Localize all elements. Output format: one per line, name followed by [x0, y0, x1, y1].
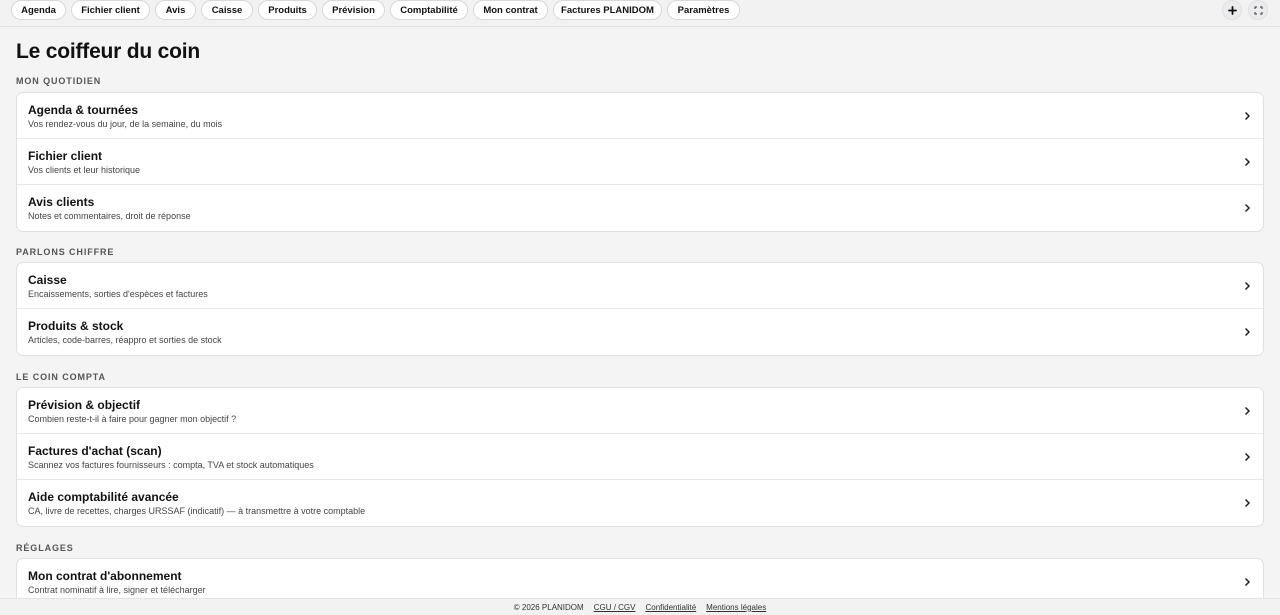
chevron-right-icon — [1244, 452, 1251, 462]
item-subtitle: CA, livre de recettes, charges URSSAF (i… — [28, 506, 366, 516]
tab-prevision[interactable]: Prévision — [322, 0, 385, 20]
item-title: Prévision & objectif — [28, 398, 141, 412]
top-nav-bar: Agenda Fichier client Avis Caisse Produi… — [0, 0, 1280, 27]
section-label-parlons-chiffre: PARLONS CHIFFRE — [16, 247, 115, 257]
item-title: Fichier client — [28, 149, 103, 163]
footer-link-mentions-legales[interactable]: Mentions légales — [706, 603, 766, 612]
item-title: Avis clients — [28, 195, 95, 209]
list-item-avis-clients[interactable]: Avis clients Notes et commentaires, droi… — [17, 185, 1263, 231]
list-item-agenda[interactable]: Agenda & tournées Vos rendez-vous du jou… — [17, 93, 1263, 139]
item-subtitle: Vos rendez-vous du jour, de la semaine, … — [28, 119, 223, 129]
item-subtitle: Articles, code-barres, réappro et sortie… — [28, 335, 222, 345]
list-item-aide-comptabilite[interactable]: Aide comptabilité avancée CA, livre de r… — [17, 480, 1263, 526]
list-item-factures-achat[interactable]: Factures d'achat (scan) Scannez vos fact… — [17, 434, 1263, 480]
chevron-right-icon — [1244, 157, 1251, 167]
item-subtitle: Encaissements, sorties d'espèces et fact… — [28, 289, 208, 299]
footer-link-cgu[interactable]: CGU / CGV — [594, 603, 636, 612]
tab-avis[interactable]: Avis — [155, 0, 196, 20]
item-subtitle: Notes et commentaires, droit de réponse — [28, 211, 191, 221]
chevron-right-icon — [1244, 498, 1251, 508]
item-title: Produits & stock — [28, 319, 124, 333]
item-title: Factures d'achat (scan) — [28, 444, 162, 458]
item-title: Agenda & tournées — [28, 103, 139, 117]
section-label-le-coin-compta: LE COIN COMPTA — [16, 372, 106, 382]
tab-caisse[interactable]: Caisse — [201, 0, 253, 20]
chevron-right-icon — [1244, 327, 1251, 337]
copyright-text: © 2026 PLANIDOM — [513, 602, 584, 612]
chevron-right-icon — [1244, 203, 1251, 213]
item-subtitle: Contrat nominatif à lire, signer et télé… — [28, 585, 206, 595]
plus-icon — [1227, 5, 1237, 15]
tab-comptabilite[interactable]: Comptabilité — [390, 0, 468, 20]
tab-parametres[interactable]: Paramètres — [667, 0, 740, 20]
tab-produits[interactable]: Produits — [258, 0, 317, 20]
list-item-produits-stock[interactable]: Produits & stock Articles, code-barres, … — [17, 309, 1263, 355]
nav-tabs: Agenda Fichier client Avis Caisse Produi… — [11, 0, 740, 20]
tab-mon-contrat[interactable]: Mon contrat — [473, 0, 548, 20]
item-subtitle: Scannez vos factures fournisseurs : comp… — [28, 460, 314, 470]
item-title: Mon contrat d'abonnement — [28, 569, 182, 583]
list-item-prevision-objectif[interactable]: Prévision & objectif Combien reste-t-il … — [17, 388, 1263, 434]
tab-factures-planidom[interactable]: Factures PLANIDOM — [553, 0, 662, 20]
section-card-mon-quotidien: Agenda & tournées Vos rendez-vous du jou… — [16, 92, 1264, 232]
chevron-right-icon — [1244, 111, 1251, 121]
fullscreen-button[interactable] — [1248, 0, 1268, 20]
list-item-fichier-client[interactable]: Fichier client Vos clients et leur histo… — [17, 139, 1263, 185]
add-button[interactable] — [1222, 0, 1242, 20]
footer-link-confidentialite[interactable]: Confidentialité — [645, 603, 696, 612]
item-title: Aide comptabilité avancée — [28, 490, 179, 504]
chevron-right-icon — [1244, 406, 1251, 416]
page-title: Le coiffeur du coin — [16, 40, 201, 63]
tab-fichier-client[interactable]: Fichier client — [71, 0, 150, 20]
chevron-right-icon — [1244, 577, 1251, 587]
section-label-reglages: RÉGLAGES — [16, 543, 74, 553]
item-subtitle: Vos clients et leur historique — [28, 165, 141, 175]
section-label-mon-quotidien: MON QUOTIDIEN — [16, 76, 102, 86]
tab-agenda[interactable]: Agenda — [11, 0, 66, 20]
section-card-parlons-chiffre: Caisse Encaissements, sorties d'espèces … — [16, 262, 1264, 356]
expand-icon — [1254, 6, 1262, 14]
section-card-le-coin-compta: Prévision & objectif Combien reste-t-il … — [16, 387, 1264, 527]
top-actions — [1222, 0, 1268, 20]
chevron-right-icon — [1244, 281, 1251, 291]
list-item-caisse[interactable]: Caisse Encaissements, sorties d'espèces … — [17, 263, 1263, 309]
item-subtitle: Combien reste-t-il à faire pour gagner m… — [28, 414, 237, 424]
footer: © 2026 PLANIDOM CGU / CGV Confidentialit… — [0, 598, 1280, 615]
item-title: Caisse — [28, 273, 67, 287]
